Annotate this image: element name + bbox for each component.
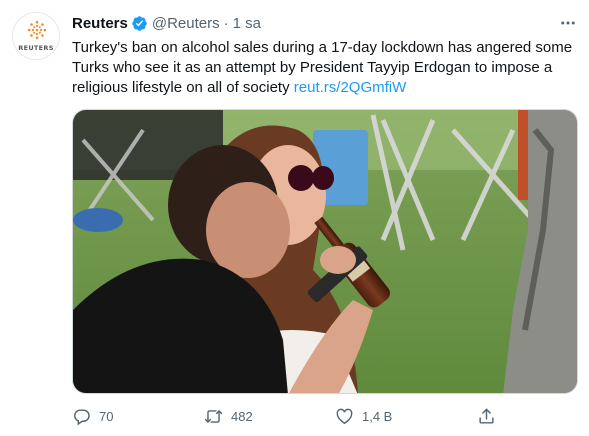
reply-icon	[74, 408, 90, 425]
share-icon	[479, 408, 494, 424]
tweet-link[interactable]: reut.rs/2QGmfiW	[294, 79, 407, 96]
author-handle[interactable]: @Reuters	[152, 15, 220, 32]
retweet-button[interactable]: 482	[204, 404, 253, 428]
retweet-count: 482	[231, 408, 253, 424]
tweet-actions: 70 482 1,4 B	[72, 404, 578, 428]
media-photo	[73, 110, 577, 393]
reply-button[interactable]: 70	[72, 404, 113, 428]
tweet-header: Reuters @Reuters · 1 sa	[72, 13, 261, 33]
header-separator: ·	[223, 14, 229, 32]
like-button[interactable]: 1,4 B	[335, 404, 392, 428]
author-avatar[interactable]: REUTERS	[12, 12, 60, 60]
share-button[interactable]	[477, 404, 504, 428]
tweet-media-image[interactable]	[72, 109, 578, 394]
more-horizontal-icon	[561, 21, 575, 25]
tweet[interactable]: REUTERS Reuters @Reuters · 1 sa Turkey's…	[0, 0, 589, 436]
reuters-logo-icon	[27, 20, 47, 40]
more-options-button[interactable]	[557, 12, 579, 34]
heart-icon	[336, 408, 353, 424]
like-count: 1,4 B	[362, 408, 393, 424]
author-name[interactable]: Reuters	[72, 15, 128, 32]
reply-count: 70	[99, 408, 114, 424]
tweet-timestamp[interactable]: 1 sa	[233, 15, 261, 32]
avatar-logo-text: REUTERS	[18, 44, 54, 52]
tweet-text: Turkey's ban on alcohol sales during a 1…	[72, 38, 578, 98]
retweet-icon	[204, 409, 223, 423]
verified-badge-icon	[132, 15, 147, 31]
